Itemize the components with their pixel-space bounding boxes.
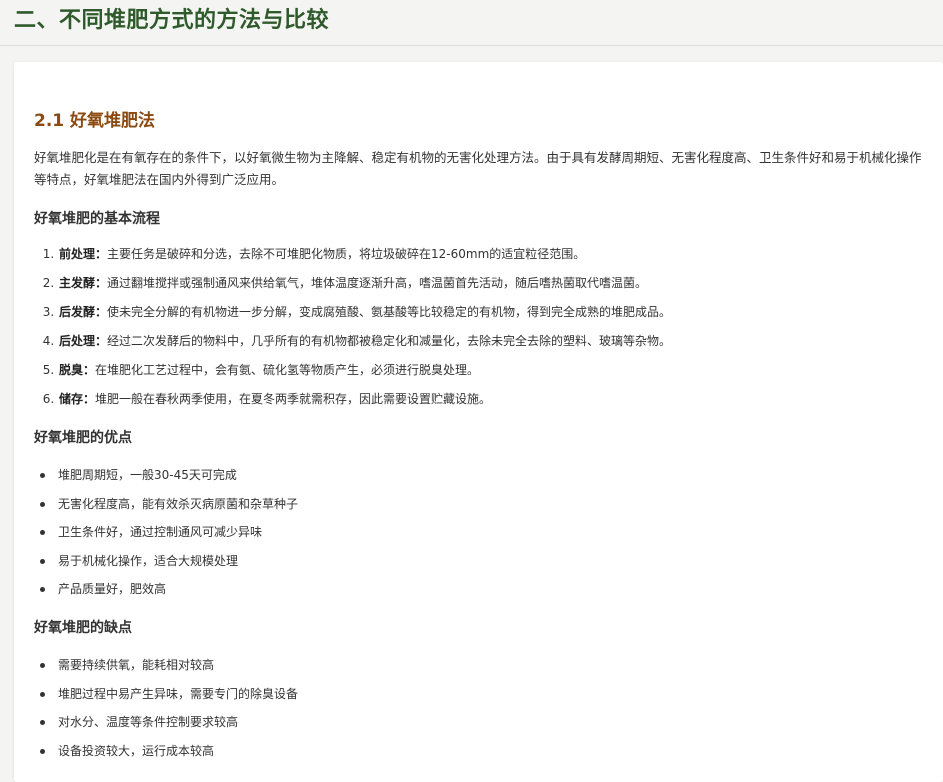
bullet-icon [40, 473, 45, 478]
process-step: 脱臭：在堆肥化工艺过程中，会有氨、硫化氢等物质产生，必须进行脱臭处理。 [58, 361, 671, 390]
list-item-text: 需要持续供氧，能耗相对较高 [58, 658, 215, 672]
process-title: 好氧堆肥的基本流程 [34, 211, 160, 227]
process-step: 后发酵：使未完全分解的有机物进一步分解，变成腐殖酸、氨基酸等比较稳定的有机物，得… [58, 303, 671, 332]
list-item-text: 堆肥过程中易产生异味，需要专门的除臭设备 [58, 686, 299, 701]
advantages-title: 好氧堆肥的优点 [34, 430, 132, 446]
process-step: 后处理：经过二次发酵后的物料中，几乎所有的有机物都被稳定化和减量化，去除未完全去… [58, 332, 671, 361]
step-text: 主要任务是破碎和分选，去除不可堆肥化物质，将垃圾破碎在12-60mm的适宜粒径范… [107, 247, 586, 261]
list-item: 堆肥周期短，一般30-45天可完成 [40, 466, 298, 495]
list-item: 易于机械化操作，适合大规模处理 [40, 552, 298, 581]
content-card: 2.1 好氧堆肥法 好氧堆肥化是在有氧存在的条件下，以好氧微生物为主降解、稳定有… [14, 62, 943, 782]
list-item-text: 设备投资较大，运行成本较高 [58, 743, 215, 758]
step-separator: ： [83, 363, 96, 377]
process-step: 主发酵：通过翻堆搅拌或强制通风来供给氧气，堆体温度逐渐升高，嗜温菌首先活动，随后… [58, 274, 671, 303]
disadvantages-list: 需要持续供氧，能耗相对较高 堆肥过程中易产生异味，需要专门的除臭设备 对水分、温… [34, 656, 298, 770]
advantages-list: 堆肥周期短，一般30-45天可完成 无害化程度高，能有效杀灭病原菌和杂草种子 卫… [34, 466, 298, 609]
step-term: 后处理 [59, 334, 96, 348]
list-item-text: 对水分、温度等条件控制要求较高 [58, 715, 239, 729]
list-item-text: 无害化程度高，能有效杀灭病原菌和杂草种子 [58, 496, 299, 511]
step-term: 储存 [59, 392, 84, 406]
bullet-icon [40, 530, 45, 535]
list-item: 卫生条件好，通过控制通风可减少异味 [40, 523, 298, 552]
list-item-text: 产品质量好，肥效高 [58, 582, 167, 596]
bullet-icon [40, 748, 45, 754]
list-item: 无害化程度高，能有效杀灭病原菌和杂草种子 [40, 495, 299, 524]
bullet-icon [40, 720, 45, 725]
step-term: 后发酵 [59, 305, 96, 319]
step-text: 在堆肥化工艺过程中，会有氨、硫化氢等物质产生，必须进行脱臭处理。 [95, 363, 480, 377]
bullet-icon [40, 558, 45, 564]
disadvantages-title: 好氧堆肥的缺点 [34, 620, 132, 636]
bullet-icon [40, 501, 45, 507]
process-steps-list: 前处理：主要任务是破碎和分选，去除不可堆肥化物质，将垃圾破碎在12-60mm的适… [34, 245, 671, 419]
bullet-icon [40, 691, 45, 697]
section-title: 2.1 好氧堆肥法 [34, 111, 156, 131]
list-item: 设备投资较大，运行成本较高 [40, 742, 298, 771]
step-term: 前处理 [59, 247, 96, 261]
step-term: 脱臭 [59, 363, 84, 377]
list-item-text: 易于机械化操作，适合大规模处理 [58, 553, 239, 568]
page-header: 二、不同堆肥方式的方法与比较 [0, 0, 943, 46]
step-term: 主发酵 [59, 276, 96, 290]
step-separator: ： [95, 334, 108, 348]
step-text: 使未完全分解的有机物进一步分解，变成腐殖酸、氨基酸等比较稳定的有机物，得到完全成… [107, 305, 672, 319]
process-step: 前处理：主要任务是破碎和分选，去除不可堆肥化物质，将垃圾破碎在12-60mm的适… [58, 245, 671, 274]
step-separator: ： [95, 276, 108, 290]
list-item-text: 卫生条件好，通过控制通风可减少异味 [58, 525, 263, 539]
step-separator: ： [83, 392, 96, 406]
list-item: 对水分、温度等条件控制要求较高 [40, 713, 298, 742]
step-text: 堆肥一般在春秋两季使用，在夏冬两季就需积存，因此需要设置贮藏设施。 [95, 392, 492, 406]
list-item: 产品质量好，肥效高 [40, 580, 298, 609]
list-item: 需要持续供氧，能耗相对较高 [40, 656, 298, 685]
step-separator: ： [95, 305, 108, 319]
list-item-text: 堆肥周期短，一般30-45天可完成 [58, 468, 237, 482]
bullet-icon [40, 663, 45, 668]
bullet-icon [40, 587, 45, 592]
section-intro: 好氧堆肥化是在有氧存在的条件下，以好氧微生物为主降解、稳定有机物的无害化处理方法… [34, 150, 922, 187]
step-text: 通过翻堆搅拌或强制通风来供给氧气，堆体温度逐渐升高，嗜温菌首先活动，随后嗜热菌取… [107, 276, 648, 290]
page-title: 二、不同堆肥方式的方法与比较 [14, 8, 330, 33]
process-step: 储存：堆肥一般在春秋两季使用，在夏冬两季就需积存，因此需要设置贮藏设施。 [58, 390, 671, 419]
step-separator: ： [95, 247, 108, 261]
step-text: 经过二次发酵后的物料中，几乎所有的有机物都被稳定化和减量化，去除未完全去除的塑料… [107, 334, 672, 348]
list-item: 堆肥过程中易产生异味，需要专门的除臭设备 [40, 685, 299, 714]
